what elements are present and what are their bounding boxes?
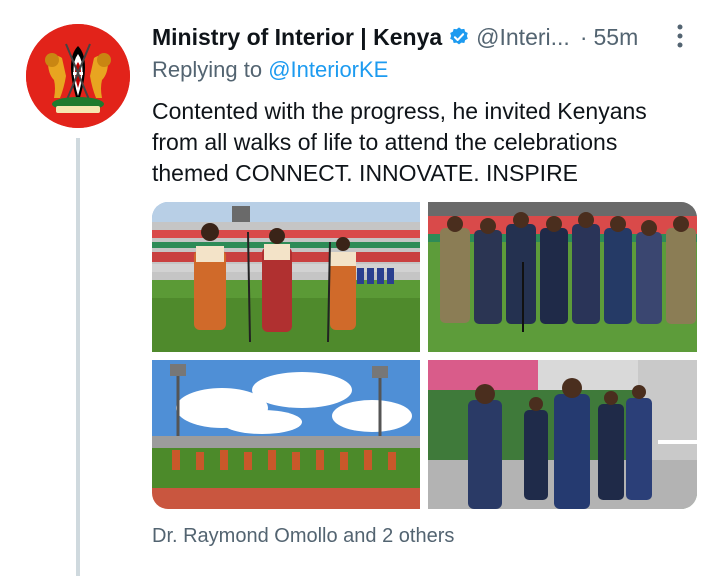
photo-dancers-field[interactable] <box>152 202 420 352</box>
media-grid <box>152 202 697 509</box>
avatar[interactable] <box>26 24 130 128</box>
display-name[interactable]: Ministry of Interior | Kenya <box>152 24 442 51</box>
thread-line <box>76 138 80 576</box>
tagged-users-link[interactable]: Dr. Raymond Omollo and 2 others <box>152 525 454 548</box>
separator-dot: · <box>579 23 588 50</box>
photo-officials-walking[interactable] <box>428 360 697 509</box>
replying-to-label: Replying to <box>152 57 263 82</box>
timestamp[interactable]: 55m <box>593 24 638 51</box>
tweet-text-line: from all walks of life to attend the cel… <box>152 129 618 155</box>
reply-mention-link[interactable]: @InteriorKE <box>268 57 388 82</box>
account-handle[interactable]: @Interi... <box>476 24 570 51</box>
tweet-text: Contented with the progress, he invited … <box>152 96 697 189</box>
kenya-coat-of-arms-icon <box>26 24 130 128</box>
photo-stadium-wide[interactable] <box>152 360 420 509</box>
tweet-text-line: Contented with the progress, he invited … <box>152 98 647 124</box>
photo-officials-group[interactable] <box>428 202 697 352</box>
tweet-text-line: themed CONNECT. INNOVATE. INSPIRE <box>152 160 579 186</box>
tweet-header: Ministry of Interior | Kenya @Interi... … <box>152 20 692 54</box>
replying-to: Replying to @InteriorKE <box>152 57 388 83</box>
more-options-icon[interactable] <box>672 22 688 50</box>
verified-badge-icon <box>448 26 470 48</box>
